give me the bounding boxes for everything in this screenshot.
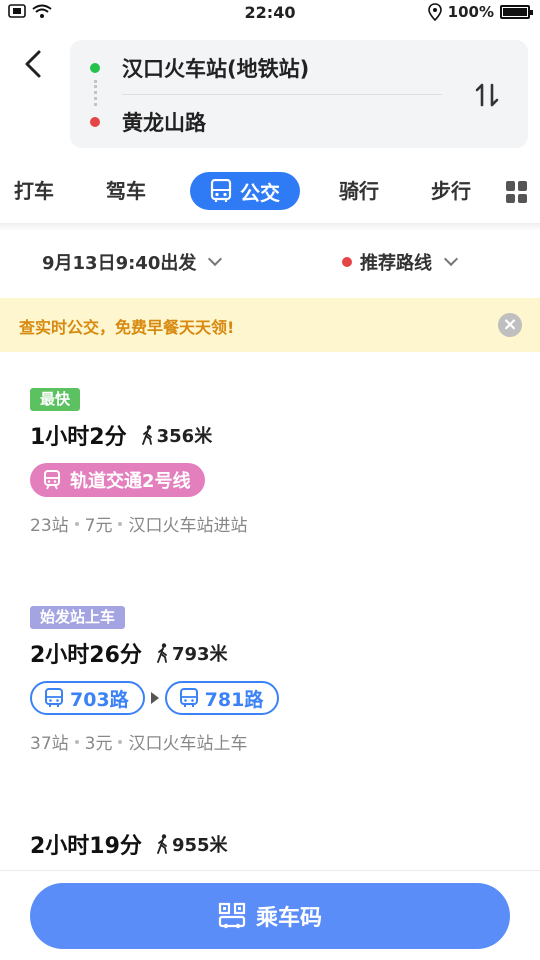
origin-text: 汉口火车站(地铁站)	[122, 57, 310, 81]
tab-transit[interactable]: 公交	[190, 172, 300, 210]
fare: 3元	[84, 734, 113, 754]
bus-icon	[179, 688, 198, 707]
status-right: 100%	[427, 3, 533, 21]
transfer-arrow-icon	[150, 692, 159, 704]
grid-icon	[506, 181, 515, 191]
chevron-left-icon	[25, 50, 41, 78]
fastest-badge: 最快	[30, 388, 81, 411]
close-icon[interactable]: ×	[498, 313, 522, 337]
boarding-station: 汉口火车站进站	[128, 516, 248, 536]
route-meta: 37站 3元 汉口火车站上车	[30, 729, 520, 754]
route-summary: 2小时26分 793米	[30, 637, 520, 669]
bus-line-name: 781路	[204, 688, 264, 711]
route-meta: 23站 7元 汉口火车站进站	[30, 511, 520, 536]
route-connector	[94, 80, 97, 106]
origin-dot	[90, 63, 100, 73]
chevron-down-icon	[443, 251, 459, 267]
transport-mode-tabs: 打车 驾车 公交 骑行 步行	[0, 165, 540, 221]
walking-icon	[141, 425, 152, 445]
walk-distance: 356米	[141, 422, 213, 448]
route-divider	[122, 94, 442, 95]
swap-button[interactable]	[470, 78, 504, 112]
walking-icon	[157, 834, 167, 854]
departure-time-dropdown[interactable]: 9月13日9:40出发	[42, 249, 223, 275]
tab-walk[interactable]: 步行	[431, 175, 475, 204]
boarding-station: 汉口火车站上车	[128, 734, 248, 754]
walk-distance: 955米	[156, 831, 228, 857]
route-duration: 2小时19分	[30, 834, 142, 859]
tabs-shadow	[0, 223, 540, 231]
promo-banner[interactable]: 查实时公交，免费早餐天天领! ×	[0, 298, 540, 352]
bus-line-chip: 781路	[164, 681, 280, 715]
walk-distance-value: 955米	[171, 835, 228, 856]
tab-drive[interactable]: 驾车	[106, 175, 146, 204]
swap-icon	[475, 83, 499, 107]
bus-line-chip: 703路	[30, 681, 145, 715]
destination-dot	[90, 117, 100, 127]
stop-count: 37站	[30, 734, 69, 754]
route-input-card: 汉口火车站(地铁站) 黄龙山路	[70, 40, 528, 148]
status-bar: 22:40 100%	[0, 0, 540, 28]
battery-percent: 100%	[447, 3, 494, 21]
line-list: 703路 781路	[30, 681, 520, 715]
walking-icon	[157, 643, 167, 663]
walk-distance-value: 356米	[156, 426, 213, 447]
tab-bike[interactable]: 骑行	[339, 175, 379, 204]
origin-station-badge: 始发站上车	[30, 606, 126, 629]
tab-taxi[interactable]: 打车	[14, 175, 54, 204]
bus-line-name: 703路	[70, 688, 129, 711]
route-option-2[interactable]: 始发站上车 2小时26分 793米 703路 781路 37站 3元 汉口火车站…	[30, 606, 520, 754]
preference-dot	[342, 257, 352, 267]
ride-code-label: 乘车码	[255, 906, 322, 931]
bus-icon	[45, 688, 63, 707]
departure-time-label: 9月13日9:40出发	[42, 253, 197, 274]
qr-bus-icon	[218, 902, 246, 929]
tab-transit-label: 公交	[240, 180, 280, 205]
route-summary: 2小时19分 955米	[30, 828, 520, 860]
stop-count: 23站	[30, 516, 69, 536]
bottom-bar: 乘车码	[0, 870, 540, 960]
destination-field[interactable]: 黄龙山路	[90, 107, 206, 137]
transit-route-screen: 22:40 100% 汉口火车站(地铁站) 黄龙山路 打车 驾车 公交 骑行 步…	[0, 0, 540, 960]
metro-line-chip: 轨道交通2号线	[30, 463, 205, 497]
more-modes-button[interactable]	[506, 181, 528, 203]
walk-distance-value: 793米	[171, 644, 228, 665]
origin-field[interactable]: 汉口火车站(地铁站)	[90, 53, 309, 83]
walk-distance: 793米	[156, 640, 228, 666]
back-button[interactable]	[18, 46, 48, 82]
battery-icon	[500, 5, 533, 19]
route-duration: 2小时26分	[30, 643, 142, 668]
metro-icon	[44, 470, 60, 490]
chevron-down-icon	[208, 251, 223, 267]
destination-text: 黄龙山路	[122, 111, 206, 135]
bus-icon	[210, 179, 232, 202]
route-preference-label: 推荐路线	[360, 253, 432, 274]
ride-code-button[interactable]: 乘车码	[30, 883, 510, 949]
route-duration: 1小时2分	[30, 425, 127, 450]
route-option-1[interactable]: 最快 1小时2分 356米 轨道交通2号线 23站 7元 汉口火车站进站	[30, 388, 520, 536]
route-preference-dropdown[interactable]: 推荐路线	[342, 249, 459, 275]
route-summary: 1小时2分 356米	[30, 419, 520, 451]
metro-line-name: 轨道交通2号线	[70, 471, 191, 492]
promo-text: 查实时公交，免费早餐天天领!	[19, 318, 235, 337]
location-icon	[427, 3, 442, 21]
fare: 7元	[84, 516, 113, 536]
line-list: 轨道交通2号线	[30, 463, 520, 497]
